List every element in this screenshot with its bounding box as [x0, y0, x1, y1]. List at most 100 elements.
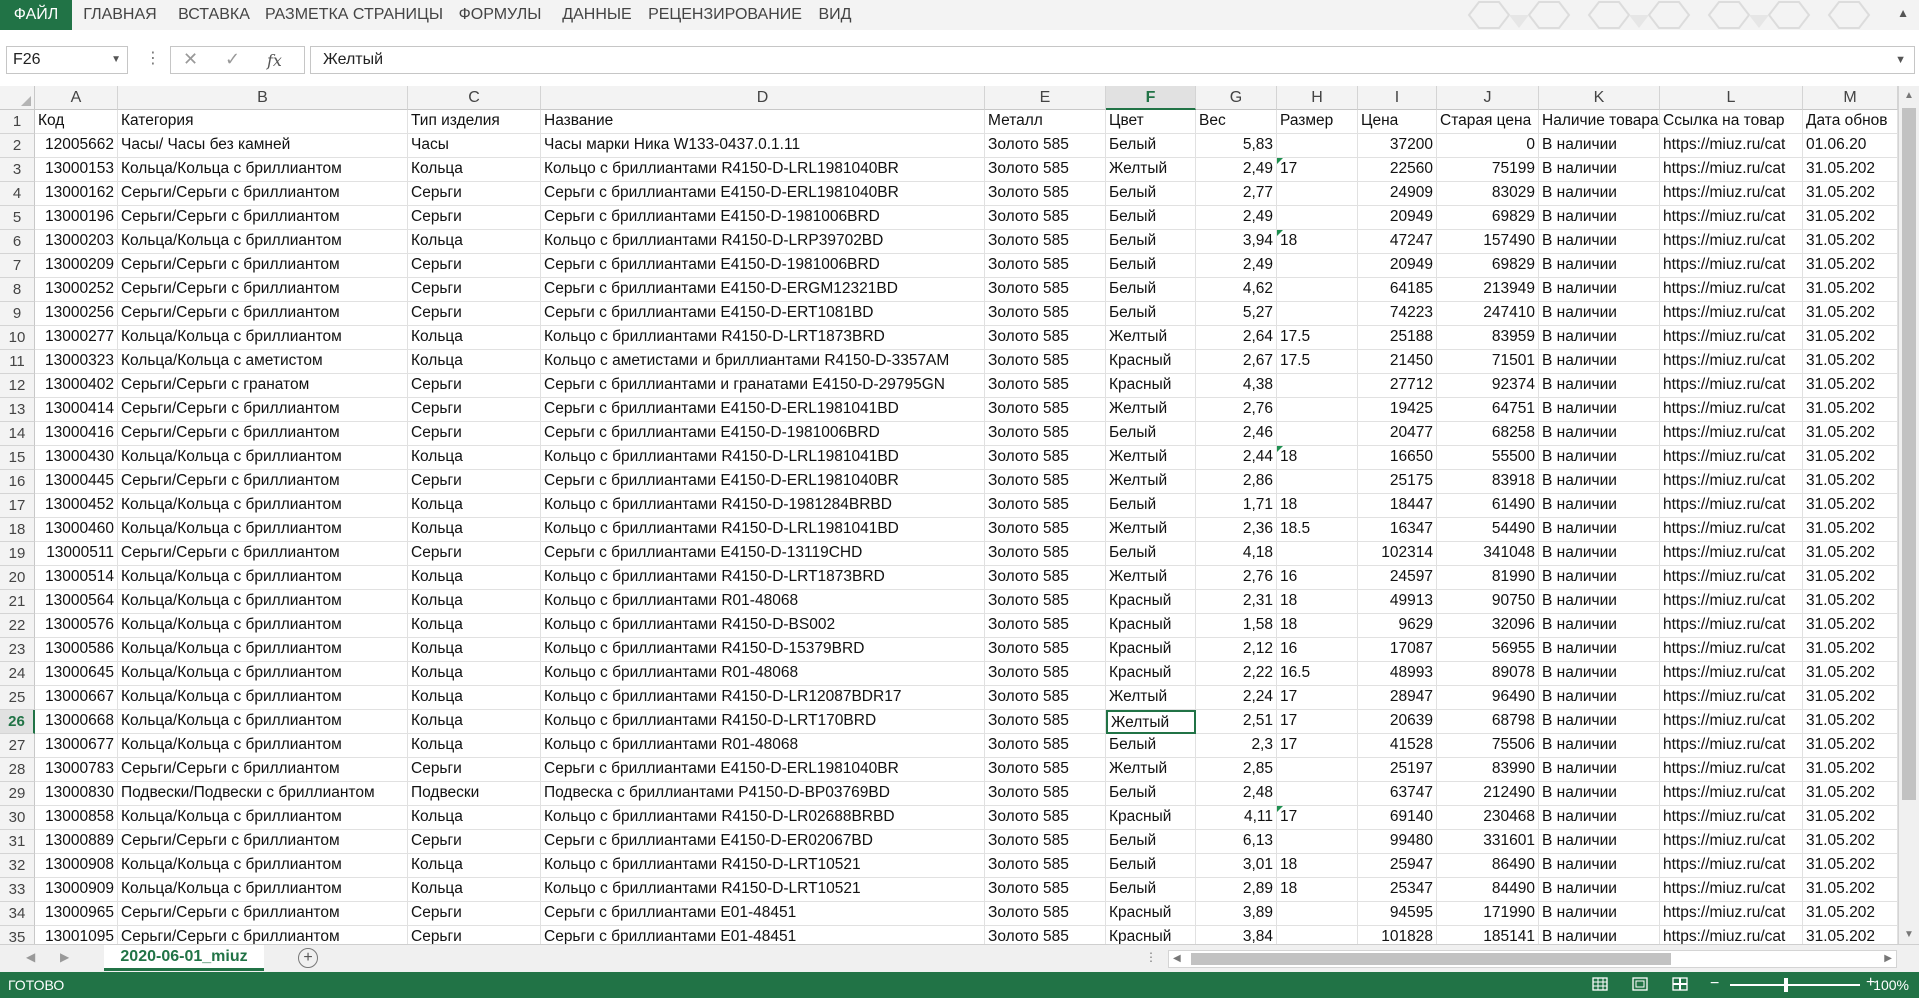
header-cell[interactable]: Наличие товара	[1539, 110, 1660, 134]
table-cell[interactable]: В наличии	[1539, 758, 1660, 782]
table-cell[interactable]: Серьги/Серьги с гранатом	[118, 374, 408, 398]
table-cell[interactable]: Кольца/Кольца с бриллиантом	[118, 518, 408, 542]
table-cell[interactable]: 31.05.202	[1803, 542, 1898, 566]
table-cell[interactable]: 68798	[1437, 710, 1539, 734]
table-cell[interactable]: Золото 585	[985, 590, 1106, 614]
table-cell[interactable]: Кольца/Кольца с бриллиантом	[118, 230, 408, 254]
table-cell[interactable]: 5,83	[1196, 134, 1277, 158]
table-cell[interactable]: 32096	[1437, 614, 1539, 638]
table-cell[interactable]: https://miuz.ru/cat	[1660, 590, 1803, 614]
row-header[interactable]: 19	[0, 542, 35, 566]
table-cell[interactable]: 75506	[1437, 734, 1539, 758]
table-cell[interactable]: 1,58	[1196, 614, 1277, 638]
table-cell[interactable]: В наличии	[1539, 638, 1660, 662]
table-cell[interactable]: 27712	[1358, 374, 1437, 398]
table-cell[interactable]: Золото 585	[985, 374, 1106, 398]
table-cell[interactable]: 5,27	[1196, 302, 1277, 326]
table-cell[interactable]: https://miuz.ru/cat	[1660, 902, 1803, 926]
table-cell[interactable]: Кольца	[408, 734, 541, 758]
table-cell[interactable]: 31.05.202	[1803, 230, 1898, 254]
table-cell[interactable]: 18	[1277, 230, 1358, 254]
row-header[interactable]: 31	[0, 830, 35, 854]
table-cell[interactable]: Кольца/Кольца с бриллиантом	[118, 878, 408, 902]
table-cell[interactable]: Красный	[1106, 926, 1196, 944]
table-cell[interactable]: 16650	[1358, 446, 1437, 470]
row-header[interactable]: 33	[0, 878, 35, 902]
row-header[interactable]: 6	[0, 230, 35, 254]
table-cell[interactable]: 17	[1277, 686, 1358, 710]
table-cell[interactable]: 341048	[1437, 542, 1539, 566]
table-cell[interactable]: Кольцо с бриллиантами R01-48068	[541, 734, 985, 758]
table-cell[interactable]: https://miuz.ru/cat	[1660, 638, 1803, 662]
table-cell[interactable]: 13000196	[35, 206, 118, 230]
header-cell[interactable]: Металл	[985, 110, 1106, 134]
table-cell[interactable]: Кольца	[408, 350, 541, 374]
column-header-g[interactable]: G	[1196, 86, 1277, 110]
table-cell[interactable]: Серьги/Серьги с бриллиантом	[118, 422, 408, 446]
scroll-right-icon[interactable]: ▶	[1884, 953, 1892, 964]
horizontal-scrollbar[interactable]: ◀ ▶	[1168, 950, 1897, 968]
table-cell[interactable]: Красный	[1106, 614, 1196, 638]
tab-6[interactable]: РЕЦЕНЗИРОВАНИЕ	[648, 0, 802, 30]
page-break-icon[interactable]	[1672, 976, 1688, 992]
table-cell[interactable]: 2,67	[1196, 350, 1277, 374]
table-cell[interactable]: Серьги с бриллиантами E4150-D-ER02067BD	[541, 830, 985, 854]
table-cell[interactable]: https://miuz.ru/cat	[1660, 806, 1803, 830]
table-cell[interactable]: 2,22	[1196, 662, 1277, 686]
table-cell[interactable]: Белый	[1106, 302, 1196, 326]
row-header[interactable]: 24	[0, 662, 35, 686]
table-cell[interactable]: 55500	[1437, 446, 1539, 470]
table-cell[interactable]	[1277, 374, 1358, 398]
table-cell[interactable]: 13000162	[35, 182, 118, 206]
table-cell[interactable]: Кольцо с бриллиантами R4150-D-LRL1981041…	[541, 518, 985, 542]
table-cell[interactable]: В наличии	[1539, 230, 1660, 254]
row-header[interactable]: 3	[0, 158, 35, 182]
table-cell[interactable]: Кольца/Кольца с бриллиантом	[118, 590, 408, 614]
table-cell[interactable]: 31.05.202	[1803, 590, 1898, 614]
table-cell[interactable]: Белый	[1106, 734, 1196, 758]
table-cell[interactable]: Кольца	[408, 710, 541, 734]
table-cell[interactable]: Кольца/Кольца с аметистом	[118, 350, 408, 374]
table-cell[interactable]: В наличии	[1539, 782, 1660, 806]
table-cell[interactable]: Кольца	[408, 638, 541, 662]
table-cell[interactable]: Кольца	[408, 878, 541, 902]
table-cell[interactable]: 4,11	[1196, 806, 1277, 830]
table-cell[interactable]: Серьги	[408, 278, 541, 302]
table-cell[interactable]: Серьги с бриллиантами E4150-D-ERGM12321B…	[541, 278, 985, 302]
scroll-down-icon[interactable]: ▼	[1904, 929, 1914, 940]
table-cell[interactable]: 2,3	[1196, 734, 1277, 758]
row-header[interactable]: 1	[0, 110, 35, 134]
table-cell[interactable]: Кольца	[408, 518, 541, 542]
table-cell[interactable]: В наличии	[1539, 134, 1660, 158]
table-cell[interactable]: Кольца	[408, 662, 541, 686]
table-cell[interactable]: Серьги/Серьги с бриллиантом	[118, 206, 408, 230]
table-cell[interactable]: 18	[1277, 878, 1358, 902]
table-cell[interactable]: 2,76	[1196, 398, 1277, 422]
table-cell[interactable]: Золото 585	[985, 806, 1106, 830]
table-cell[interactable]: 17.5	[1277, 350, 1358, 374]
table-cell[interactable]: 230468	[1437, 806, 1539, 830]
column-header-b[interactable]: B	[118, 86, 408, 110]
table-cell[interactable]: Красный	[1106, 590, 1196, 614]
table-cell[interactable]: В наличии	[1539, 590, 1660, 614]
table-cell[interactable]: 83918	[1437, 470, 1539, 494]
table-cell[interactable]: Золото 585	[985, 542, 1106, 566]
row-header[interactable]: 13	[0, 398, 35, 422]
table-cell[interactable]: 68258	[1437, 422, 1539, 446]
vertical-scrollbar[interactable]: ▲ ▼	[1898, 86, 1919, 944]
table-cell[interactable]: 96490	[1437, 686, 1539, 710]
sheet-next-icon[interactable]: ▶	[60, 950, 69, 964]
table-cell[interactable]: https://miuz.ru/cat	[1660, 662, 1803, 686]
table-cell[interactable]: 17	[1277, 710, 1358, 734]
sheet-prev-icon[interactable]: ◀	[26, 950, 35, 964]
table-cell[interactable]: Подвески	[408, 782, 541, 806]
header-cell[interactable]: Ссылка на товар	[1660, 110, 1803, 134]
table-cell[interactable]	[1277, 542, 1358, 566]
table-cell[interactable]: В наличии	[1539, 374, 1660, 398]
table-cell[interactable]: Кольца/Кольца с бриллиантом	[118, 638, 408, 662]
table-cell[interactable]: 81990	[1437, 566, 1539, 590]
table-cell[interactable]: Белый	[1106, 782, 1196, 806]
header-cell[interactable]: Вес	[1196, 110, 1277, 134]
table-cell[interactable]: 31.05.202	[1803, 494, 1898, 518]
table-cell[interactable]: 13000252	[35, 278, 118, 302]
